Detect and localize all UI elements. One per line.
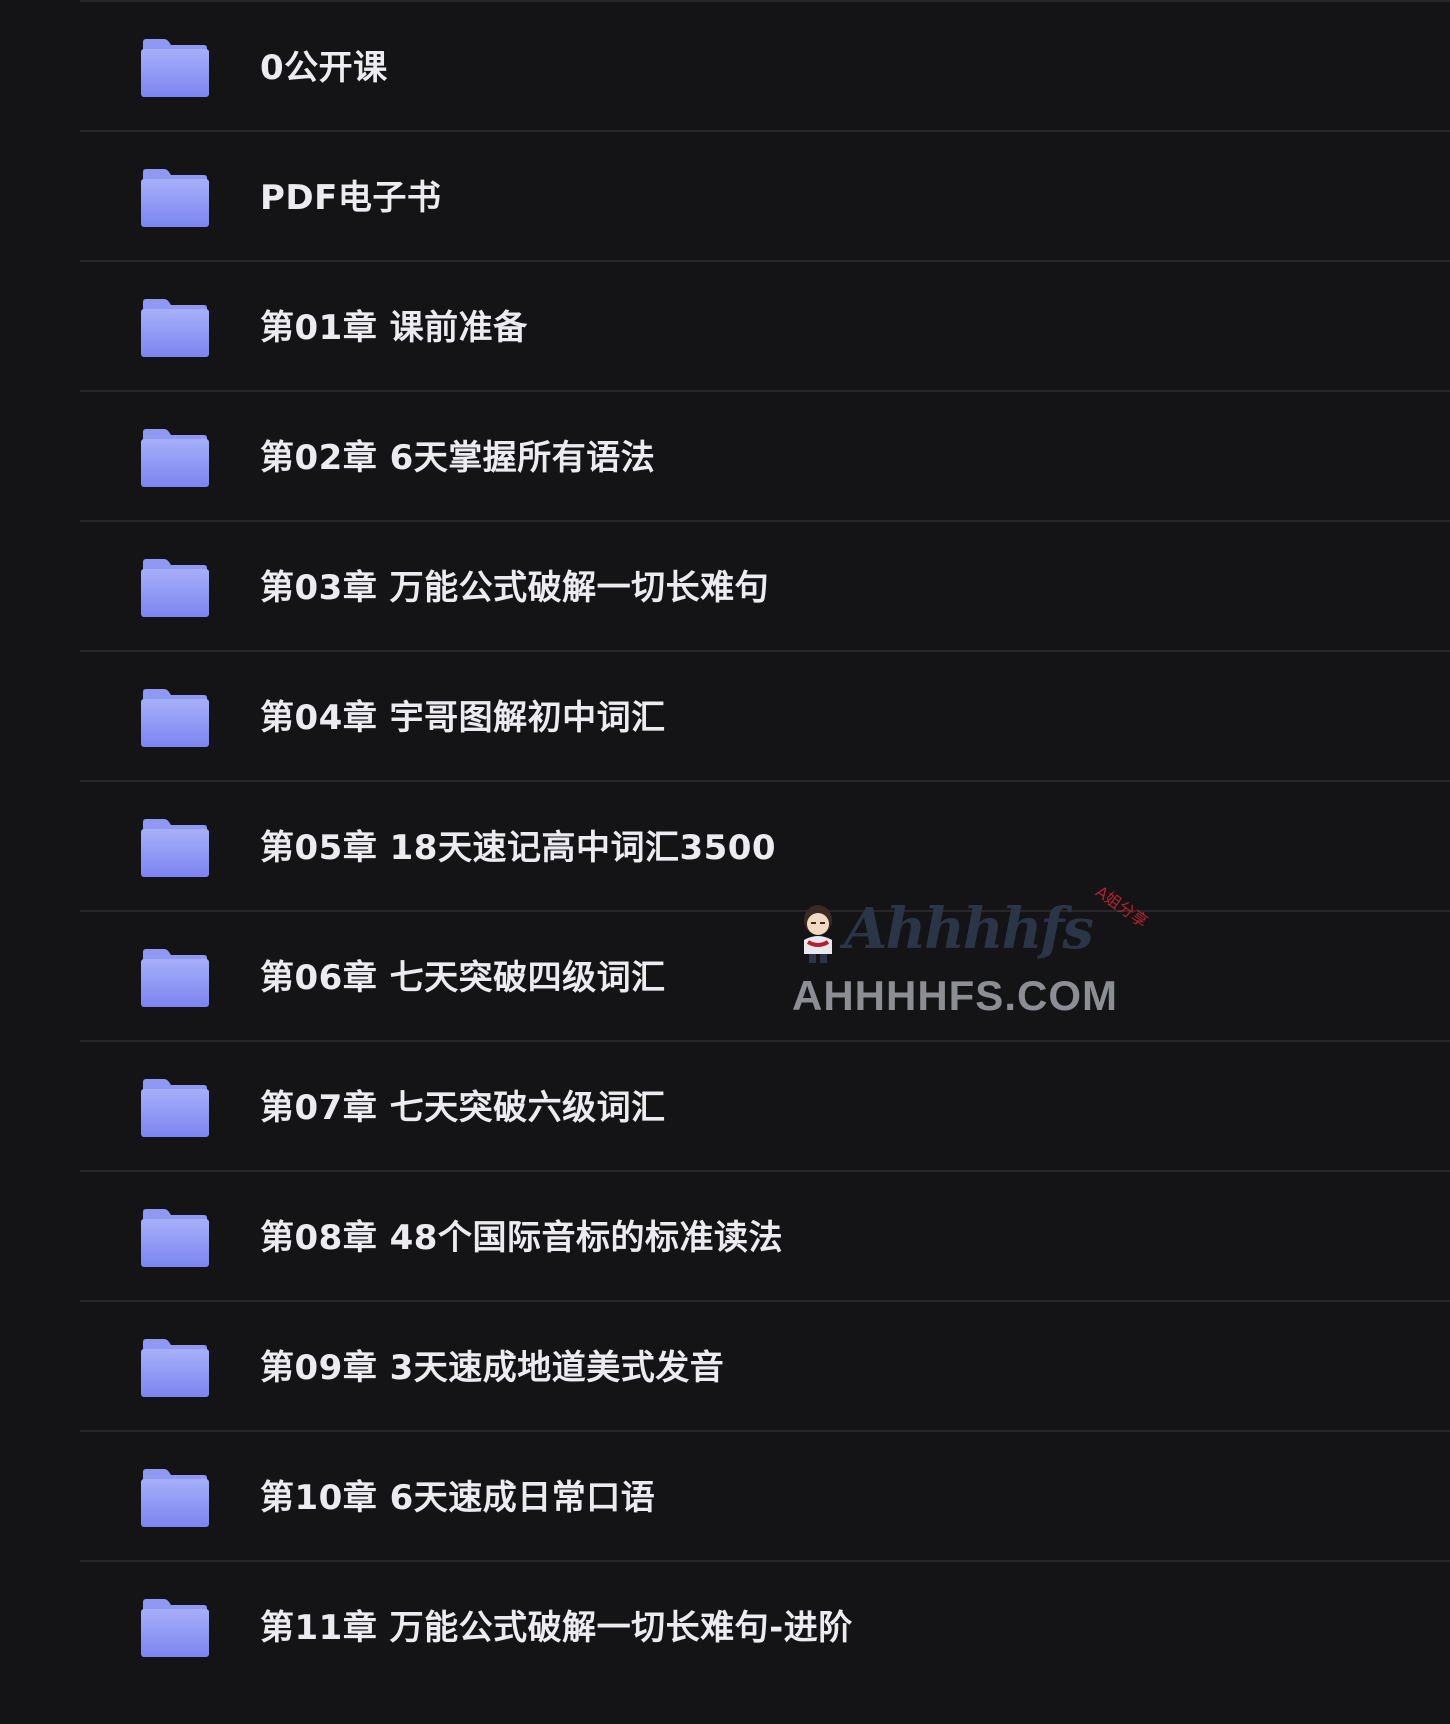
folder-row[interactable]: 第10章 6天速成日常口语: [80, 1432, 1450, 1562]
folder-name: 第04章 宇哥图解初中词汇: [260, 698, 666, 738]
folder-icon: [140, 948, 210, 1008]
folder-icon: [140, 1598, 210, 1658]
folder-name: 第01章 课前准备: [260, 308, 528, 348]
folder-row[interactable]: 第08章 48个国际音标的标准读法: [80, 1172, 1450, 1302]
folder-icon: [140, 298, 210, 358]
folder-row[interactable]: 第02章 6天掌握所有语法: [80, 392, 1450, 522]
folder-name: 第11章 万能公式破解一切长难句-进阶: [260, 1608, 853, 1648]
folder-icon: [140, 38, 210, 98]
folder-icon: [140, 168, 210, 228]
folder-row[interactable]: 第04章 宇哥图解初中词汇: [80, 652, 1450, 782]
folder-icon: [140, 688, 210, 748]
folder-name: 第09章 3天速成地道美式发音: [260, 1348, 725, 1388]
folder-row[interactable]: 第05章 18天速记高中词汇3500: [80, 782, 1450, 912]
folder-icon: [140, 1078, 210, 1138]
folder-icon: [140, 1468, 210, 1528]
folder-name: 第03章 万能公式破解一切长难句: [260, 568, 770, 608]
folder-row[interactable]: 第09章 3天速成地道美式发音: [80, 1302, 1450, 1432]
folder-name: 0公开课: [260, 48, 388, 88]
folder-icon: [140, 818, 210, 878]
folder-icon: [140, 558, 210, 618]
folder-row[interactable]: PDF电子书: [80, 132, 1450, 262]
folder-name: PDF电子书: [260, 178, 442, 218]
folder-name: 第02章 6天掌握所有语法: [260, 438, 656, 478]
folder-row[interactable]: 第11章 万能公式破解一切长难句-进阶: [80, 1562, 1450, 1692]
folder-icon: [140, 428, 210, 488]
folder-icon: [140, 1208, 210, 1268]
folder-row[interactable]: 第07章 七天突破六级词汇: [80, 1042, 1450, 1172]
folder-row[interactable]: 第06章 七天突破四级词汇: [80, 912, 1450, 1042]
folder-row[interactable]: 第01章 课前准备: [80, 262, 1450, 392]
folder-name: 第06章 七天突破四级词汇: [260, 958, 666, 998]
folder-icon: [140, 1338, 210, 1398]
file-list: 0公开课 PDF电子书 第01章 课前准备 第02章 6天掌握所有语法 第03章…: [0, 0, 1450, 1724]
folder-name: 第07章 七天突破六级词汇: [260, 1088, 666, 1128]
folder-row[interactable]: 第03章 万能公式破解一切长难句: [80, 522, 1450, 652]
folder-row[interactable]: 0公开课: [80, 0, 1450, 132]
folder-name: 第10章 6天速成日常口语: [260, 1478, 656, 1518]
folder-name: 第08章 48个国际音标的标准读法: [260, 1218, 783, 1258]
folder-name: 第05章 18天速记高中词汇3500: [260, 828, 777, 868]
